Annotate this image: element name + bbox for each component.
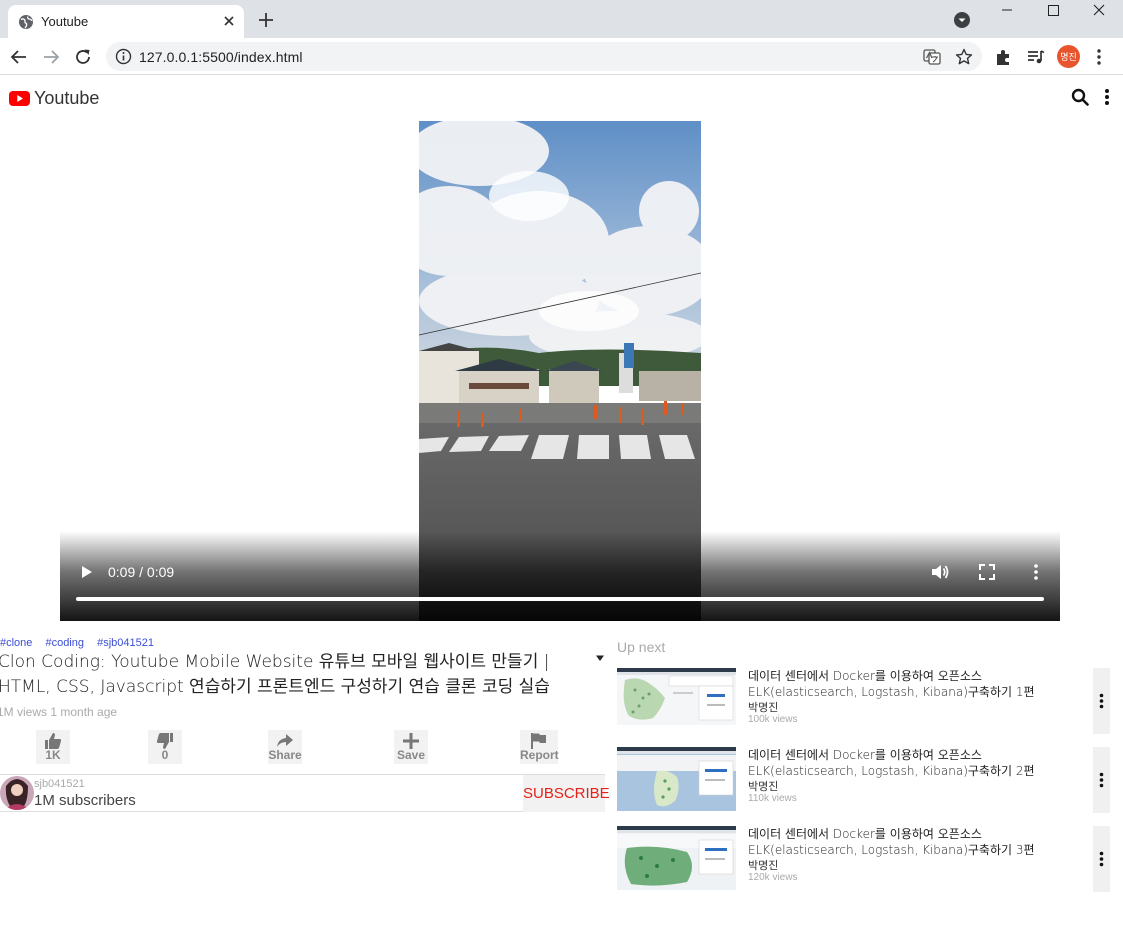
up-next-more-button[interactable]	[1093, 668, 1110, 734]
browser-menu-icon[interactable]	[1091, 47, 1107, 67]
hashtag-link[interactable]: #coding	[45, 637, 84, 649]
subscribe-button[interactable]: SUBSCRIBE	[523, 775, 610, 812]
video-thumbnail[interactable]	[617, 747, 736, 811]
report-label: Report	[520, 748, 559, 762]
report-button[interactable]: Report	[520, 730, 559, 764]
reload-icon[interactable]	[72, 46, 94, 68]
hashtag-list: #clone #coding #sjb041521	[0, 637, 164, 651]
youtube-logo-icon[interactable]	[9, 91, 30, 106]
site-logo-text[interactable]: Youtube	[34, 88, 99, 109]
more-vertical-icon[interactable]	[1101, 87, 1113, 107]
forward-arrow-icon[interactable]	[40, 46, 62, 68]
up-next-author: 박명진	[748, 781, 779, 793]
up-next-views: 110k views	[748, 793, 797, 804]
tab-title: Youtube	[41, 14, 89, 29]
video-actions: 1K 0 Share Save Report	[0, 730, 605, 766]
up-next-title[interactable]: 데이터 센터에서 Docker를 이용하여 오픈소스 ELK(elasticse…	[748, 747, 1088, 779]
time-display: 0:09 / 0:09	[108, 564, 175, 580]
channel-avatar[interactable]	[0, 776, 34, 810]
video-title: Clon Coding: Youtube Mobile Website 유튜브 …	[0, 652, 550, 697]
save-label: Save	[396, 748, 426, 762]
up-next-author: 박명진	[748, 702, 779, 714]
subscriber-count: 1M subscribers	[34, 792, 136, 809]
up-next-title[interactable]: 데이터 센터에서 Docker를 이용하여 오픈소스 ELK(elasticse…	[748, 668, 1088, 700]
profile-avatar[interactable]: 명진	[1057, 45, 1080, 68]
up-next-views: 120k views	[748, 872, 798, 883]
volume-icon[interactable]	[930, 562, 950, 582]
media-queue-icon[interactable]	[1026, 47, 1046, 67]
tab-search-icon[interactable]	[953, 11, 971, 29]
up-next-item[interactable]: 데이터 센터에서 Docker를 이용하여 오픈소스 ELK(elasticse…	[617, 668, 1110, 734]
back-arrow-icon[interactable]	[8, 46, 30, 68]
browser-tab-strip: Youtube	[0, 0, 1123, 38]
translate-icon[interactable]	[923, 48, 941, 66]
extensions-puzzle-icon[interactable]	[994, 47, 1014, 67]
dislike-count: 0	[161, 748, 169, 762]
video-player[interactable]: 0:09 / 0:09	[60, 121, 1060, 621]
address-bar[interactable]: 127.0.0.1:5500/index.html	[106, 42, 982, 71]
up-next-more-button[interactable]	[1093, 826, 1110, 892]
up-next-item[interactable]: 데이터 센터에서 Docker를 이용하여 오픈소스 ELK(elasticse…	[617, 747, 1110, 813]
like-count: 1K	[45, 748, 61, 762]
globe-icon	[19, 15, 33, 29]
channel-row: sjb041521 1M subscribers SUBSCRIBE	[0, 774, 610, 812]
close-tab-icon[interactable]	[220, 12, 238, 30]
progress-bar[interactable]	[76, 597, 1044, 601]
info-icon[interactable]	[115, 48, 132, 65]
player-more-icon[interactable]	[1028, 562, 1044, 582]
up-next-views: 100k views	[748, 714, 798, 725]
more-vertical-icon	[1099, 851, 1104, 867]
browser-toolbar: 127.0.0.1:5500/index.html 명진	[0, 38, 1123, 75]
more-vertical-icon	[1099, 772, 1104, 788]
save-button[interactable]: Save	[394, 730, 428, 764]
dislike-button[interactable]: 0	[148, 730, 182, 764]
up-next-item[interactable]: 데이터 센터에서 Docker를 이용하여 오픈소스 ELK(elasticse…	[617, 826, 1110, 892]
fullscreen-icon[interactable]	[978, 563, 996, 581]
play-icon[interactable]	[78, 564, 94, 580]
hashtag-link[interactable]: #sjb041521	[97, 637, 154, 649]
video-meta: 1M views 1 month age	[0, 705, 118, 719]
minimize-icon[interactable]	[984, 0, 1030, 30]
window-close-icon[interactable]	[1076, 0, 1122, 30]
hashtag-link[interactable]: #clone	[0, 637, 32, 649]
browser-tab[interactable]: Youtube	[8, 5, 244, 38]
search-icon[interactable]	[1071, 88, 1089, 106]
bookmark-star-icon[interactable]	[955, 48, 973, 66]
like-button[interactable]: 1K	[36, 730, 70, 764]
video-thumbnail[interactable]	[617, 668, 736, 725]
up-next-author: 박명진	[748, 860, 779, 872]
share-label: Share	[268, 748, 302, 762]
expand-caret-icon[interactable]	[595, 654, 605, 662]
share-button[interactable]: Share	[268, 730, 302, 764]
channel-name[interactable]: sjb041521	[34, 778, 85, 790]
more-vertical-icon	[1099, 693, 1104, 709]
up-next-title[interactable]: 데이터 센터에서 Docker를 이용하여 오픈소스 ELK(elasticse…	[748, 826, 1088, 858]
video-thumbnail[interactable]	[617, 826, 736, 890]
controls-overlay	[60, 531, 1060, 621]
maximize-icon[interactable]	[1030, 0, 1076, 30]
new-tab-icon[interactable]	[256, 10, 276, 30]
up-next-label: Up next	[617, 639, 666, 655]
url-text[interactable]: 127.0.0.1:5500/index.html	[139, 49, 303, 65]
up-next-more-button[interactable]	[1093, 747, 1110, 813]
site-header: Youtube	[0, 76, 1123, 120]
